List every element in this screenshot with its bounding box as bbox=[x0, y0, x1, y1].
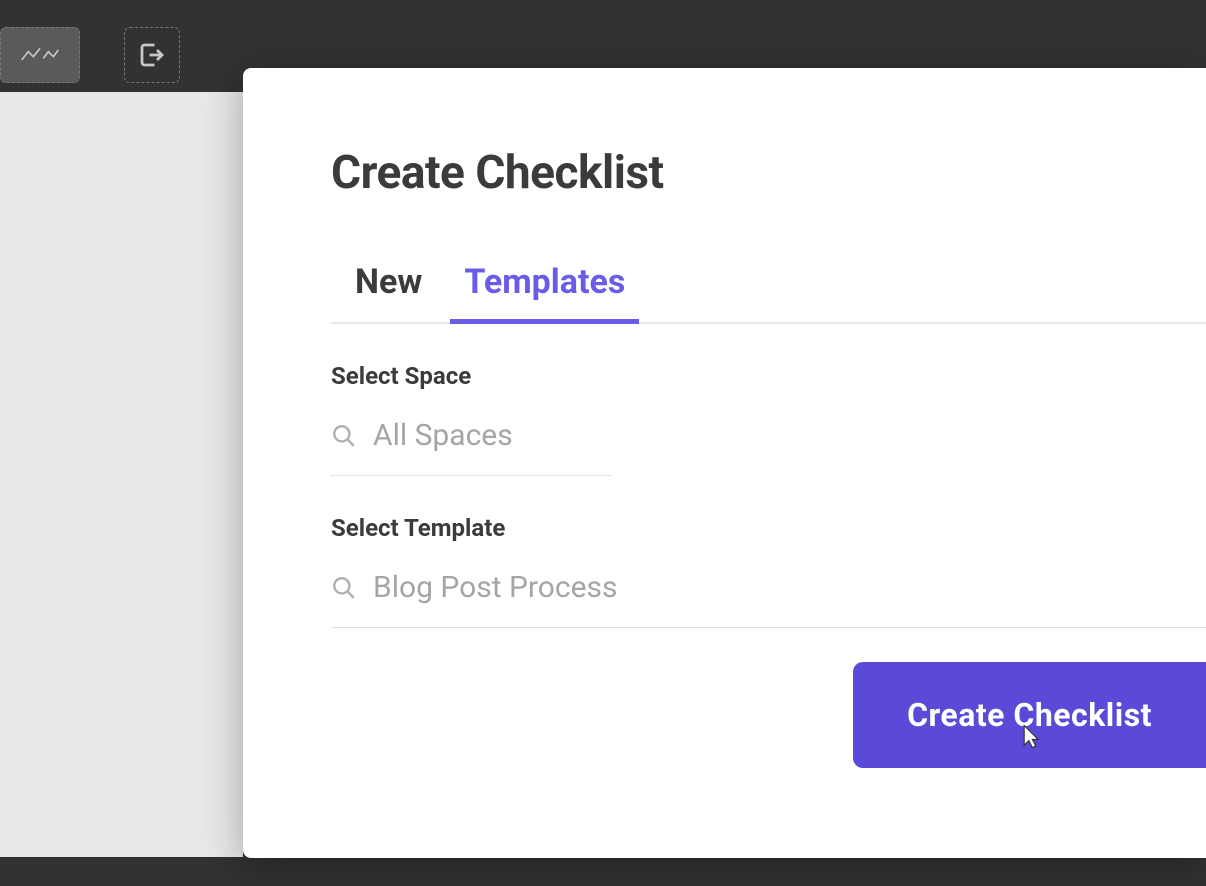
template-search-row[interactable] bbox=[331, 570, 1206, 628]
template-search-input[interactable] bbox=[373, 570, 1206, 605]
create-checklist-button[interactable]: Create Checklist bbox=[853, 662, 1206, 768]
exit-icon bbox=[137, 40, 167, 70]
select-space-section: Select Space bbox=[331, 362, 1206, 476]
search-icon bbox=[331, 423, 357, 449]
toolbar-exit-button[interactable] bbox=[124, 27, 180, 83]
space-search-input[interactable] bbox=[373, 418, 611, 453]
create-checklist-modal: Create Checklist New Templates Select Sp… bbox=[243, 68, 1206, 858]
select-template-label: Select Template bbox=[331, 514, 1206, 542]
tab-templates[interactable]: Templates bbox=[464, 262, 625, 322]
search-icon bbox=[331, 575, 357, 601]
background-panel bbox=[0, 92, 243, 857]
chart-icon bbox=[20, 43, 60, 67]
space-search-row[interactable] bbox=[331, 418, 611, 476]
select-template-section: Select Template bbox=[331, 514, 1206, 628]
toolbar-signature-button[interactable] bbox=[0, 27, 80, 83]
tab-new[interactable]: New bbox=[355, 262, 422, 322]
modal-title: Create Checklist bbox=[331, 146, 1206, 200]
select-space-label: Select Space bbox=[331, 362, 1206, 390]
tabs: New Templates bbox=[331, 262, 1206, 324]
